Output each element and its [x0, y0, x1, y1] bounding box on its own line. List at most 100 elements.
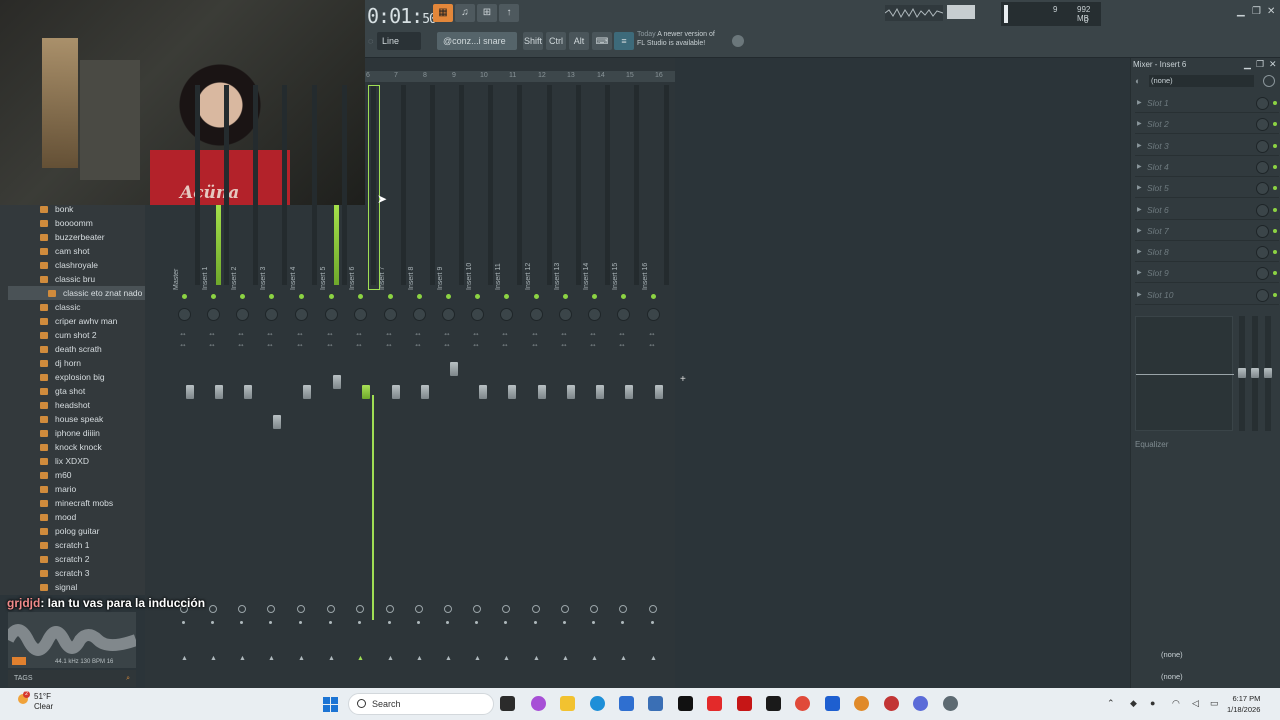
slot-arrow-icon[interactable]: ▶: [1137, 179, 1142, 198]
effect-slot[interactable]: ▶ Slot 6: [1135, 201, 1279, 220]
volume-fader[interactable]: [655, 385, 663, 399]
volume-fader[interactable]: [450, 362, 458, 376]
track-enable-led[interactable]: [592, 294, 597, 299]
volume-fader[interactable]: [596, 385, 604, 399]
volume-fader[interactable]: [392, 385, 400, 399]
send-dot[interactable]: [182, 621, 185, 624]
slot-mix-knob[interactable]: [1256, 182, 1269, 196]
slot-mix-knob[interactable]: [1256, 246, 1269, 260]
minimize-icon[interactable]: ▁: [1237, 6, 1245, 17]
close-icon[interactable]: ✕: [1267, 6, 1275, 17]
route-icon[interactable]: [649, 605, 657, 613]
effect-slot[interactable]: ▶ Slot 3: [1135, 137, 1279, 156]
stereo-icon[interactable]: ⇔: [237, 329, 245, 338]
send-dot[interactable]: [621, 621, 624, 624]
track-name[interactable]: Insert 2: [231, 255, 257, 290]
send-dot[interactable]: [299, 621, 302, 624]
youtube-icon[interactable]: [707, 696, 722, 711]
stereo-icon[interactable]: ⇔: [472, 329, 480, 338]
volume-fader[interactable]: [538, 385, 546, 399]
netflix-icon[interactable]: [737, 696, 752, 711]
track-enable-led[interactable]: [651, 294, 656, 299]
eq-band-slider-high[interactable]: [1264, 316, 1272, 431]
pan-knob[interactable]: [325, 308, 338, 321]
volume-fader[interactable]: [333, 375, 341, 389]
edge-icon[interactable]: [590, 696, 605, 711]
slot-mix-knob[interactable]: [1256, 97, 1269, 110]
slot-arrow-icon[interactable]: ▶: [1137, 158, 1142, 177]
send-arrow-icon[interactable]: ▲: [328, 655, 335, 662]
preview-play-icon[interactable]: [12, 657, 26, 665]
ctrl-key-button[interactable]: Ctrl: [546, 32, 566, 50]
track-name[interactable]: Insert 1: [202, 255, 228, 290]
pan-knob[interactable]: [617, 308, 630, 321]
stereo-sep-icon[interactable]: ⇔: [237, 340, 245, 349]
browser-item[interactable]: signal: [40, 580, 77, 594]
pan-knob[interactable]: [442, 308, 455, 321]
send-dot[interactable]: [563, 621, 566, 624]
send-dot[interactable]: [269, 621, 272, 624]
snap-mode-select[interactable]: Line: [377, 32, 421, 50]
slot-enable-led[interactable]: [1273, 143, 1277, 148]
slot-enable-led[interactable]: [1273, 207, 1277, 212]
browser-item[interactable]: m60: [40, 468, 72, 482]
input-settings-icon[interactable]: [1263, 75, 1275, 87]
slot-enable-led[interactable]: [1273, 122, 1277, 127]
shift-key-button[interactable]: Shift: [523, 32, 543, 50]
send-arrow-icon[interactable]: ▲: [562, 655, 569, 662]
chrome-icon[interactable]: [795, 696, 810, 711]
send-arrow-icon[interactable]: ▲: [503, 655, 510, 662]
alt-key-button[interactable]: Alt: [569, 32, 589, 50]
route-icon[interactable]: [356, 605, 364, 613]
amazon-icon[interactable]: [766, 696, 781, 711]
route-icon[interactable]: [267, 605, 275, 613]
pan-knob[interactable]: [588, 308, 601, 321]
route-icon[interactable]: [473, 605, 481, 613]
slot-arrow-icon[interactable]: ▶: [1137, 243, 1142, 262]
eq-band-slider-low[interactable]: [1238, 316, 1246, 431]
track-enable-led[interactable]: [329, 294, 334, 299]
pattern-select[interactable]: @conz...i snare: [437, 32, 517, 50]
route-icon[interactable]: [209, 605, 217, 613]
send-arrow-icon[interactable]: ▲: [181, 655, 188, 662]
eq-graph[interactable]: [1135, 316, 1234, 431]
track-enable-led[interactable]: [446, 294, 451, 299]
pan-knob[interactable]: [413, 308, 426, 321]
stereo-icon[interactable]: ⇔: [648, 329, 656, 338]
send-dot[interactable]: [534, 621, 537, 624]
taskbar-clock[interactable]: 6:17 PM 1/18/2026: [1227, 693, 1260, 715]
volume-fader[interactable]: [362, 385, 370, 399]
route-icon[interactable]: [444, 605, 452, 613]
browser-item[interactable]: knock knock: [40, 440, 102, 454]
browser-item[interactable]: death scrath: [40, 342, 102, 356]
tags-bar[interactable]: TAGS ⌕: [8, 670, 136, 687]
stereo-icon[interactable]: ⇔: [296, 329, 304, 338]
stereo-icon[interactable]: ⇔: [618, 329, 626, 338]
stereo-sep-icon[interactable]: ⇔: [385, 340, 393, 349]
slot-enable-led[interactable]: [1273, 164, 1277, 169]
slot-mix-knob[interactable]: [1256, 224, 1269, 238]
stereo-sep-icon[interactable]: ⇔: [472, 340, 480, 349]
volume-fader[interactable]: [303, 385, 311, 399]
slot-enable-led[interactable]: [1273, 250, 1277, 255]
volume-fader[interactable]: [186, 385, 194, 399]
master-volume-slider[interactable]: [947, 5, 975, 19]
restore-icon[interactable]: ❐: [1252, 6, 1261, 17]
pan-knob[interactable]: [207, 308, 220, 321]
browser-item[interactable]: house speak: [40, 412, 103, 426]
browser-item[interactable]: scratch 2: [40, 552, 90, 566]
route-icon[interactable]: [561, 605, 569, 613]
volume-fader[interactable]: [244, 385, 252, 399]
send-dot[interactable]: [651, 621, 654, 624]
stereo-icon[interactable]: ⇔: [385, 329, 393, 338]
track-name[interactable]: Insert 13: [554, 255, 580, 290]
volume-fader[interactable]: [215, 385, 223, 399]
slot-enable-led[interactable]: [1273, 228, 1277, 233]
send-dot[interactable]: [358, 621, 361, 624]
taskbar-search[interactable]: Search: [348, 693, 494, 715]
send-arrow-icon[interactable]: ▲: [268, 655, 275, 662]
send-arrow-icon[interactable]: ▲: [416, 655, 423, 662]
stereo-sep-icon[interactable]: ⇔: [648, 340, 656, 349]
track-enable-led[interactable]: [299, 294, 304, 299]
slot-mix-knob[interactable]: [1256, 139, 1269, 153]
